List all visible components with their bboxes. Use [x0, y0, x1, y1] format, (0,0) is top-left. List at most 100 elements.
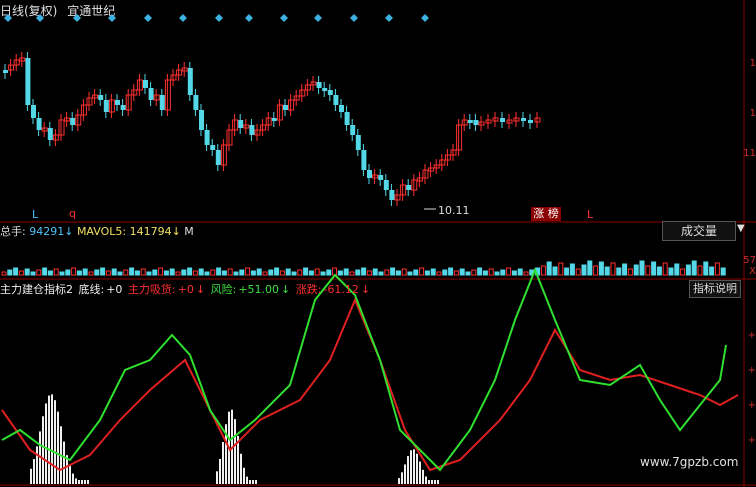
volume-bar [465, 271, 471, 276]
indicator-histogram-bar [42, 416, 44, 484]
diamond-marker-icon [4, 14, 12, 22]
volume-bar [575, 268, 581, 276]
volume-bar [94, 269, 100, 276]
price-axis-label-3: 11 [743, 148, 756, 159]
indicator-histogram-bar [84, 480, 86, 484]
indicator-histogram-bar [45, 403, 47, 484]
indicator-histogram-bar [30, 468, 32, 484]
volume-bar [703, 261, 709, 276]
volume-bar [303, 267, 309, 276]
indicator-histogram-bar [249, 480, 251, 484]
candle-body [521, 118, 526, 121]
volume-bar [192, 270, 198, 276]
down-arrow-icon: ↓ [360, 283, 371, 296]
indicator-histogram-bar [425, 476, 427, 484]
volume-bar [366, 270, 372, 276]
volume-bar [256, 268, 262, 276]
candle-body [249, 125, 255, 135]
indicator-item-value: -61.12 [323, 283, 359, 296]
volume-bar [285, 268, 291, 276]
volume-bar [395, 270, 401, 276]
candle-body [528, 120, 533, 123]
volume-bar [140, 268, 146, 276]
volume-bar [320, 271, 326, 276]
volume-bar [314, 268, 320, 276]
volume-bar [308, 270, 314, 276]
indicator-histogram-bar [422, 469, 424, 484]
candle-body [316, 82, 322, 88]
indicator-explain-button[interactable]: 指标说明 [689, 280, 741, 298]
chart-canvas[interactable] [0, 0, 756, 487]
volume-selector[interactable]: 成交量 [662, 221, 736, 241]
candle-body [350, 125, 356, 135]
watermark: www.7gpzb.com [640, 455, 739, 469]
candle-body [355, 135, 361, 150]
candle-body [148, 88, 154, 100]
volume-bar [204, 271, 210, 276]
volume-bar [100, 267, 106, 276]
volume-bar [175, 271, 181, 276]
volume-bar [714, 262, 720, 276]
volume-bar [76, 270, 82, 276]
candle-body [103, 100, 109, 112]
volume-bar [610, 262, 616, 276]
volume-bar [552, 266, 558, 276]
candle-body [333, 95, 339, 105]
indicator-histogram-bar [36, 446, 38, 484]
volume-axis-label-1: 57 [743, 255, 756, 266]
risk-green-line [1, 267, 727, 472]
indicator-axis-label-4: + [747, 435, 756, 446]
indicator-item-label: 风险: [210, 283, 237, 296]
volume-bar [662, 262, 668, 276]
volume-bar [459, 268, 465, 276]
indicator-histogram-bar [219, 458, 221, 484]
candle-body [159, 95, 165, 110]
candle-body [473, 120, 479, 125]
diamond-marker-icon [350, 14, 358, 22]
down-arrow-icon: ↓ [281, 283, 291, 296]
candle-body [327, 90, 333, 95]
indicator-item-label: 主力吸货: [127, 283, 176, 296]
volume-bar [250, 270, 256, 276]
price-marker-q: q [69, 207, 76, 220]
diamond-marker-icon [215, 14, 223, 22]
indicator-histogram-bar [48, 395, 50, 484]
volume-bar [558, 262, 564, 276]
volume-bar [216, 267, 222, 276]
volume-axis-label-2: X [749, 266, 756, 277]
candle-body [193, 95, 199, 110]
volume-bar [633, 264, 639, 276]
down-arrow-icon: ↓ [171, 225, 181, 238]
volume-bar [372, 268, 378, 276]
diamond-marker-icon [245, 14, 253, 22]
candle-body [238, 120, 244, 128]
candle-body [339, 105, 344, 112]
volume-bar [30, 271, 36, 276]
indicator-histogram-bar [413, 449, 415, 484]
total-volume-label: 总手: [0, 225, 26, 238]
volume-bar [198, 268, 204, 276]
indicator-histogram-bar [222, 442, 224, 484]
volume-bar [59, 271, 65, 276]
volume-bar [407, 271, 413, 276]
chevron-down-icon[interactable]: ▼ [737, 223, 745, 234]
volume-bar [279, 270, 285, 276]
indicator-histogram-bar [428, 480, 430, 484]
event-badge[interactable]: 涨 榜 [531, 207, 561, 221]
trailing-label: M [184, 225, 194, 238]
volume-bar [494, 271, 500, 276]
candle-body [47, 128, 53, 140]
low-price-label: 10.11 [438, 204, 470, 217]
volume-bar [587, 260, 593, 276]
volume-bar [604, 266, 610, 276]
indicator-histogram-bar [255, 480, 257, 484]
volume-bar [511, 270, 517, 276]
candle-body [215, 150, 221, 165]
volume-bar [239, 269, 245, 276]
volume-bar [448, 267, 454, 276]
candle-body [98, 95, 104, 100]
volume-bar [401, 268, 407, 276]
volume-bar [221, 270, 227, 276]
indicator-histogram-bar [51, 394, 53, 484]
volume-bar [616, 267, 622, 276]
